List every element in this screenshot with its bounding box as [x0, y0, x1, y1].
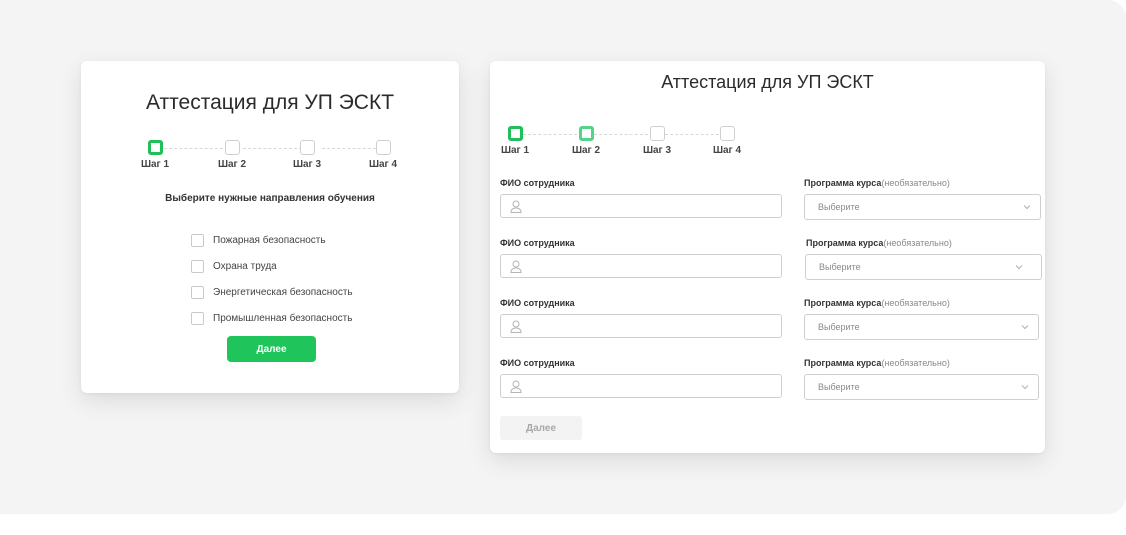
stepper: Шаг 1 Шаг 2 Шаг 3 Шаг 4: [135, 140, 417, 174]
next-button[interactable]: Далее: [227, 336, 316, 362]
step-label: Шаг 3: [642, 145, 672, 156]
step-label: Шаг 4: [368, 159, 398, 170]
select-value: Выберите: [819, 262, 861, 272]
checkbox[interactable]: [191, 311, 204, 325]
canvas-background: Аттестация для УП ЭСКТ Шаг 1 Шаг 2 Шаг 3…: [0, 0, 1126, 514]
user-icon: [510, 200, 522, 213]
step-4-box: [375, 140, 391, 155]
next-button-disabled[interactable]: Далее: [500, 416, 582, 440]
step-3[interactable]: Шаг 3: [287, 140, 327, 170]
checkbox[interactable]: [191, 285, 204, 299]
step-2-box: [224, 140, 240, 155]
employee-name-input[interactable]: [500, 194, 782, 218]
step-3-box: [649, 126, 665, 141]
step-3[interactable]: Шаг 3: [637, 126, 677, 156]
option-fire-safety[interactable]: Пожарная безопасность: [191, 227, 353, 253]
step-4[interactable]: Шаг 4: [363, 140, 403, 170]
step-1-box: [507, 126, 523, 141]
user-icon: [510, 320, 522, 333]
directions-checklist: Пожарная безопасность Охрана труда Энерг…: [191, 227, 353, 331]
chevron-down-icon: [1023, 205, 1031, 210]
step-label: Шаг 2: [571, 145, 601, 156]
step-4-box: [719, 126, 735, 141]
course-program-label: Программа курса(необязательно): [804, 178, 950, 188]
option-label: Пожарная безопасность: [213, 234, 326, 246]
course-program-select[interactable]: Выберите: [804, 374, 1039, 400]
user-icon: [510, 260, 522, 273]
step-2[interactable]: Шаг 2: [212, 140, 252, 170]
select-value: Выберите: [818, 322, 860, 332]
course-program-label: Программа курса(необязательно): [804, 358, 950, 368]
course-program-label-text: Программа курса: [804, 298, 882, 308]
option-industrial-safety[interactable]: Промышленная безопасность: [191, 305, 353, 331]
option-label: Охрана труда: [213, 260, 277, 272]
step-1[interactable]: Шаг 1: [135, 140, 175, 170]
stepper: Шаг 1 Шаг 2 Шаг 3 Шаг 4: [495, 126, 755, 160]
employee-name-input[interactable]: [500, 254, 782, 278]
course-program-label: Программа курса(необязательно): [806, 238, 952, 248]
employee-name-label: ФИО сотрудника: [500, 178, 575, 188]
optional-hint: (необязательно): [881, 358, 950, 368]
step-2-box: [578, 126, 594, 141]
chevron-down-icon: [1021, 325, 1029, 330]
option-label: Промышленная безопасность: [213, 312, 353, 324]
user-icon: [510, 380, 522, 393]
step1-card: Аттестация для УП ЭСКТ Шаг 1 Шаг 2 Шаг 3…: [81, 61, 459, 393]
select-value: Выберите: [818, 382, 860, 392]
employee-name-input[interactable]: [500, 314, 782, 338]
step-label: Шаг 1: [140, 159, 170, 170]
step-label: Шаг 3: [292, 159, 322, 170]
employee-name-input[interactable]: [500, 374, 782, 398]
employee-name-label: ФИО сотрудника: [500, 238, 575, 248]
step-4[interactable]: Шаг 4: [707, 126, 747, 156]
course-program-select[interactable]: Выберите: [805, 254, 1042, 280]
step-label: Шаг 4: [712, 145, 742, 156]
option-label: Энергетическая безопасность: [213, 286, 353, 298]
course-program-select[interactable]: Выберите: [804, 314, 1039, 340]
course-program-select[interactable]: Выберите: [804, 194, 1041, 220]
optional-hint: (необязательно): [881, 178, 950, 188]
course-program-label-text: Программа курса: [806, 238, 884, 248]
checkbox[interactable]: [191, 233, 204, 247]
step-2[interactable]: Шаг 2: [566, 126, 606, 156]
step-1-box: [147, 140, 163, 155]
optional-hint: (необязательно): [881, 298, 950, 308]
chevron-down-icon: [1021, 385, 1029, 390]
employee-name-label: ФИО сотрудника: [500, 358, 575, 368]
page-title: Аттестация для УП ЭСКТ: [145, 91, 395, 114]
select-value: Выберите: [818, 202, 860, 212]
directions-prompt: Выберите нужные направления обучения: [165, 193, 375, 204]
course-program-label-text: Программа курса: [804, 358, 882, 368]
step-1[interactable]: Шаг 1: [495, 126, 535, 156]
optional-hint: (необязательно): [883, 238, 952, 248]
chevron-down-icon: [1015, 265, 1023, 270]
checkbox[interactable]: [191, 259, 204, 273]
step-label: Шаг 2: [217, 159, 247, 170]
step-label: Шаг 1: [500, 145, 530, 156]
option-energy-safety[interactable]: Энергетическая безопасность: [191, 279, 353, 305]
option-labor-protection[interactable]: Охрана труда: [191, 253, 353, 279]
page-title: Аттестация для УП ЭСКТ: [661, 72, 874, 92]
course-program-label: Программа курса(необязательно): [804, 298, 950, 308]
step2-card: Аттестация для УП ЭСКТ Шаг 1 Шаг 2 Шаг 3…: [490, 61, 1045, 453]
step-3-box: [299, 140, 315, 155]
employee-name-label: ФИО сотрудника: [500, 298, 575, 308]
course-program-label-text: Программа курса: [804, 178, 882, 188]
